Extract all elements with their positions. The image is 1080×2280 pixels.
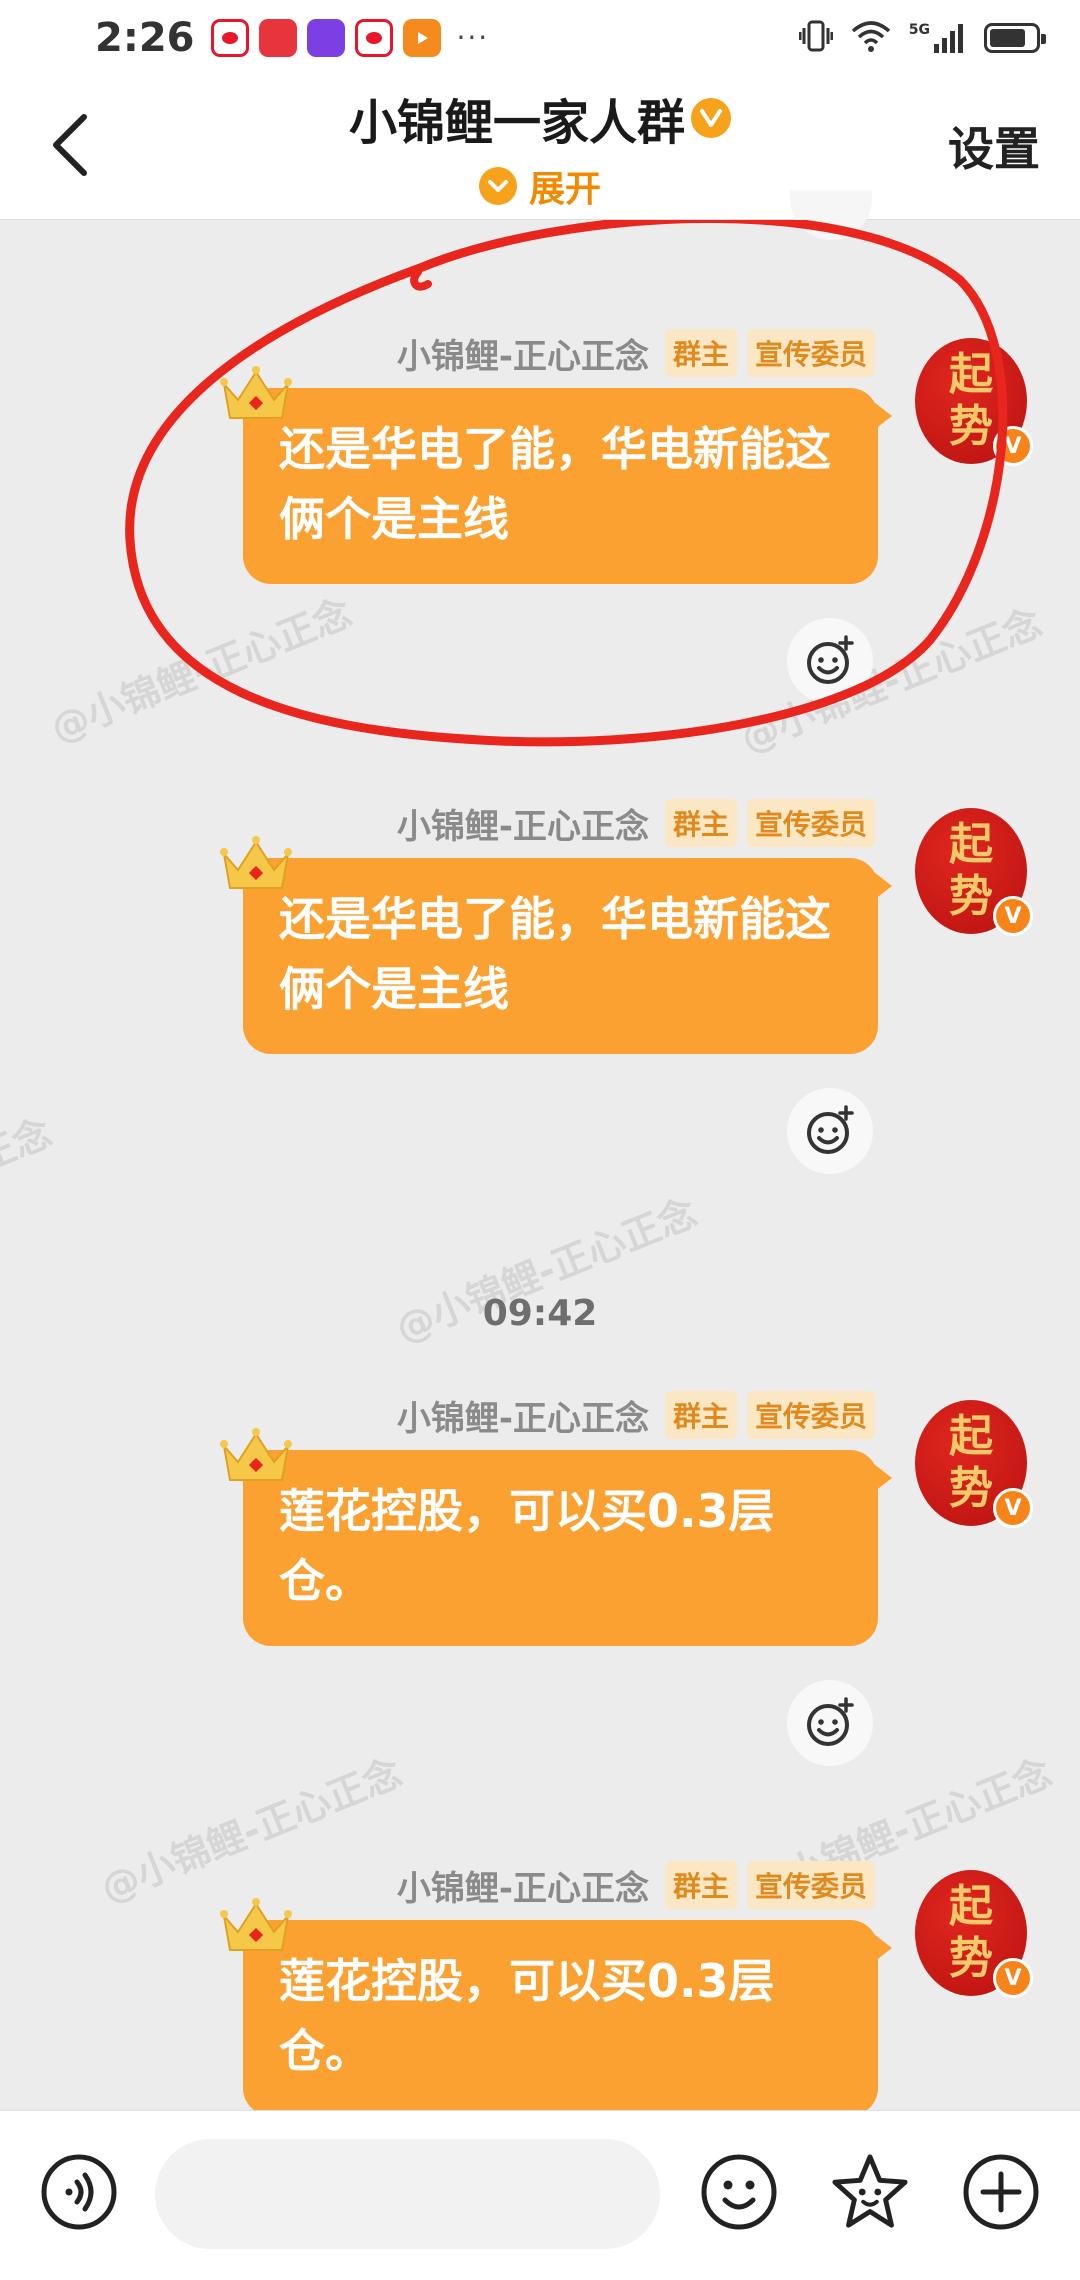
sender-row: 小锦鲤-正心正念 群主 宣传委员 bbox=[397, 328, 875, 378]
voice-button[interactable] bbox=[38, 2151, 120, 2233]
role-tag-owner: 群主 bbox=[664, 1861, 737, 1909]
avatar-text: 势 bbox=[949, 1933, 993, 1984]
network-type: 5G bbox=[908, 21, 930, 38]
emoji-icon bbox=[701, 2154, 777, 2230]
role-tag-publicity: 宣传委员 bbox=[746, 1861, 875, 1909]
verified-group-icon bbox=[691, 98, 731, 138]
role-tag-owner: 群主 bbox=[664, 329, 737, 377]
emoji-add-icon bbox=[807, 635, 854, 684]
wifi-icon bbox=[851, 19, 891, 57]
verified-icon: V bbox=[993, 1958, 1033, 1998]
sender-row: 小锦鲤-正心正念 群主 宣传委员 bbox=[397, 1860, 875, 1910]
avatar-text: 起 bbox=[949, 1411, 993, 1462]
more-actions-button[interactable] bbox=[960, 2151, 1042, 2233]
verified-icon: V bbox=[993, 1488, 1033, 1528]
message-bubble[interactable]: 莲花控股，可以买0.3层仓。 bbox=[243, 1450, 892, 1646]
avatar-text: 势 bbox=[949, 871, 993, 922]
expand-toggle[interactable]: 展开 bbox=[0, 160, 1080, 212]
timestamp: 09:42 bbox=[482, 1293, 598, 1334]
video-icon bbox=[402, 18, 441, 57]
message-bubble[interactable]: 还是华电了能，华电新能这俩个是主线 bbox=[243, 388, 892, 584]
message-bubble[interactable]: 莲花控股，可以买0.3层仓。 bbox=[243, 1920, 892, 2116]
sender-name: 小锦鲤-正心正念 bbox=[396, 1868, 649, 1909]
chat-message: 小锦鲤-正心正念 群主 宣传委员 还是华电了能，华电新能这俩个是主线 起 势 V bbox=[0, 328, 1080, 768]
avatar-text: 起 bbox=[949, 349, 993, 400]
vibrate-icon bbox=[798, 18, 834, 58]
emoji-button[interactable] bbox=[698, 2151, 780, 2233]
role-tag-owner: 群主 bbox=[664, 799, 737, 847]
voice-icon bbox=[41, 2154, 117, 2230]
avatar-text: 起 bbox=[949, 819, 993, 870]
shenma-icon bbox=[306, 18, 345, 57]
chat-message: 小锦鲤-正心正念 群主 宣传委员 还是华电了能，华电新能这俩个是主线 起 势 V bbox=[0, 798, 1080, 1238]
more-notifications-icon: ··· bbox=[456, 21, 490, 54]
sender-name: 小锦鲤-正心正念 bbox=[396, 806, 649, 847]
battery-icon bbox=[984, 22, 1046, 53]
verified-icon: V bbox=[993, 426, 1033, 466]
sender-name: 小锦鲤-正心正念 bbox=[396, 336, 649, 377]
settings-button[interactable]: 设置 bbox=[948, 113, 1040, 179]
reaction-button-partial[interactable] bbox=[790, 190, 872, 240]
message-input[interactable] bbox=[155, 2139, 660, 2249]
status-bar: 2:26 ··· 5G bbox=[0, 0, 1080, 75]
emoji-add-icon bbox=[807, 1697, 854, 1746]
role-tag-publicity: 宣传委员 bbox=[746, 1391, 875, 1439]
huawei-mall-icon bbox=[258, 18, 297, 57]
chevron-down-icon bbox=[478, 167, 517, 205]
chat-message: 小锦鲤-正心正念 群主 宣传委员 莲花控股，可以买0.3层仓。 起 势 V bbox=[0, 1390, 1080, 1830]
crown-icon bbox=[220, 1898, 292, 1951]
sender-name: 小锦鲤-正心正念 bbox=[396, 1398, 649, 1439]
status-indicators: 5G bbox=[798, 18, 1046, 58]
verified-icon: V bbox=[993, 896, 1033, 936]
avatar-text: 起 bbox=[949, 1881, 993, 1932]
status-time: 2:26 bbox=[95, 14, 195, 61]
crown-icon bbox=[220, 1428, 292, 1481]
crown-icon bbox=[220, 366, 292, 419]
sticker-star-icon bbox=[832, 2154, 908, 2228]
avatar-text: 势 bbox=[949, 401, 993, 452]
input-bar bbox=[0, 2110, 1080, 2280]
plus-icon bbox=[963, 2154, 1039, 2230]
chat-header: 小锦鲤一家人群 展开 设置 bbox=[0, 75, 1080, 220]
weibo-icon bbox=[210, 18, 249, 57]
signal-icon: 5G bbox=[909, 22, 966, 54]
sticker-button[interactable] bbox=[829, 2151, 911, 2233]
sender-row: 小锦鲤-正心正念 群主 宣传委员 bbox=[397, 1390, 875, 1440]
add-reaction-button[interactable] bbox=[787, 1680, 873, 1766]
sender-row: 小锦鲤-正心正念 群主 宣传委员 bbox=[397, 798, 875, 848]
role-tag-owner: 群主 bbox=[664, 1391, 737, 1439]
title-area: 小锦鲤一家人群 bbox=[0, 83, 1080, 153]
weibo-icon bbox=[354, 18, 393, 57]
crown-icon bbox=[220, 836, 292, 889]
message-bubble[interactable]: 还是华电了能，华电新能这俩个是主线 bbox=[243, 858, 892, 1054]
role-tag-publicity: 宣传委员 bbox=[746, 329, 875, 377]
group-title: 小锦鲤一家人群 bbox=[348, 95, 685, 151]
role-tag-publicity: 宣传委员 bbox=[746, 799, 875, 847]
avatar-text: 势 bbox=[949, 1463, 993, 1514]
chat-message-list[interactable]: @小锦鲤-正心正念 @小锦鲤-正心正念 @小锦鲤-正心正念 @小锦鲤-正心正念 … bbox=[0, 190, 1080, 2116]
expand-label: 展开 bbox=[528, 169, 601, 210]
add-reaction-button[interactable] bbox=[787, 1088, 873, 1174]
emoji-add-icon bbox=[807, 1105, 854, 1154]
add-reaction-button[interactable] bbox=[787, 618, 873, 704]
